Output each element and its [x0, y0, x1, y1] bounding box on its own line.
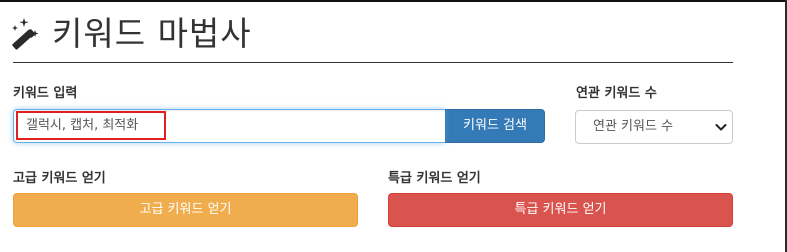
related-count-select-value: 연관 키워드 수	[593, 119, 674, 134]
keyword-input[interactable]	[13, 109, 445, 143]
advanced-keyword-label: 고급 키워드 얻기	[13, 171, 106, 186]
page-title: 키워드 마법사	[52, 14, 252, 53]
title-divider	[13, 62, 733, 63]
keyword-input-wrapper: 갤럭시, 캡처, 최적화	[13, 109, 445, 143]
premium-keyword-label: 특급 키워드 얻기	[388, 171, 481, 186]
keyword-input-label: 키워드 입력	[13, 86, 78, 101]
related-count-select[interactable]: 연관 키워드 수	[575, 110, 733, 144]
chevron-down-icon	[715, 124, 727, 131]
window-top-edge	[0, 0, 787, 2]
keyword-search-button[interactable]: 키워드 검색	[445, 109, 545, 143]
premium-keyword-button[interactable]: 특급 키워드 얻기	[388, 193, 733, 227]
related-count-label: 연관 키워드 수	[576, 86, 657, 101]
advanced-keyword-button[interactable]: 고급 키워드 얻기	[13, 193, 358, 227]
page-header: 키워드 마법사	[10, 14, 252, 54]
keyword-input-group: 갤럭시, 캡처, 최적화 키워드 검색	[13, 109, 545, 143]
magic-wand-icon	[10, 14, 46, 54]
